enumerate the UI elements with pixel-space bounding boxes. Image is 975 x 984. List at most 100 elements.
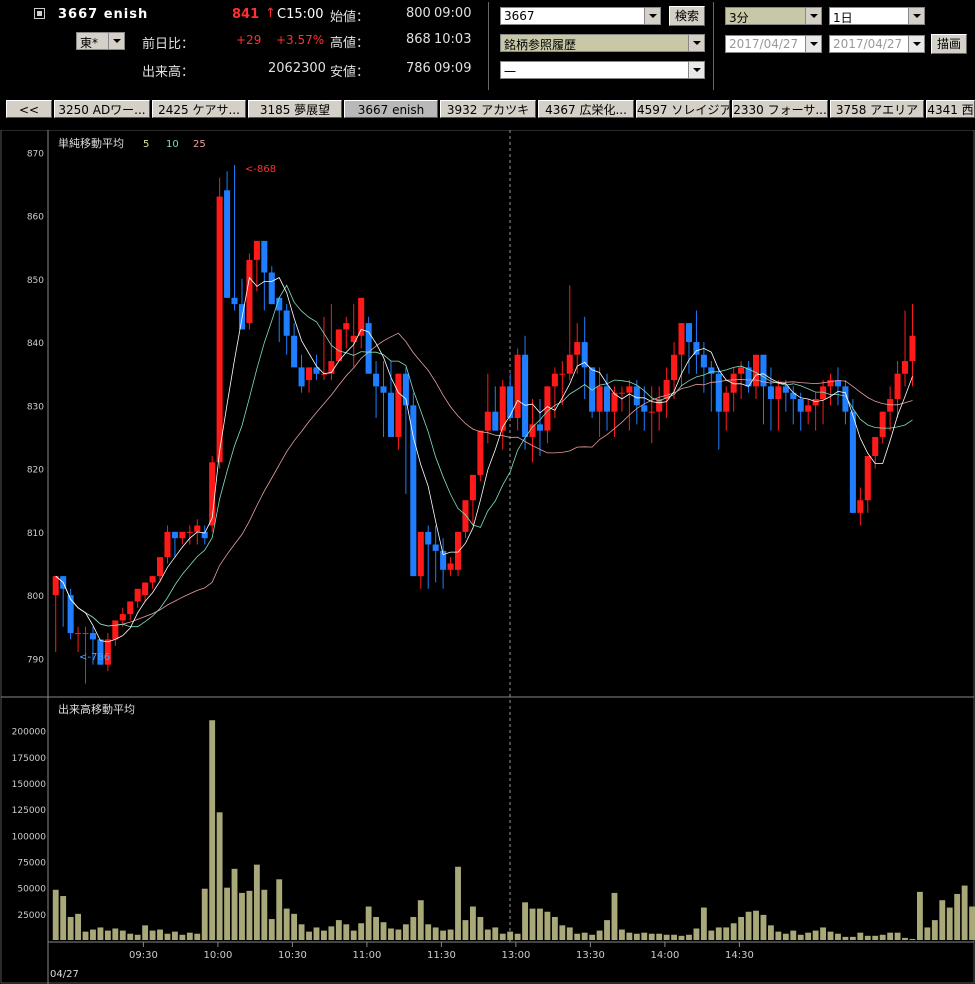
candle-body: [432, 544, 439, 551]
period-select[interactable]: 1日: [829, 7, 925, 25]
volume-bar: [321, 930, 327, 940]
tab-3758[interactable]: 3758 アエリア: [830, 100, 924, 118]
chevron-down-icon: [805, 36, 821, 52]
date-from-select[interactable]: 2017/04/27: [725, 35, 822, 53]
volume-bar: [492, 927, 499, 940]
chevron-down-icon: [908, 36, 924, 52]
third-select[interactable]: 一: [500, 61, 705, 79]
candle-body: [730, 373, 737, 393]
volume-bar: [477, 916, 484, 940]
candle-body: [134, 588, 141, 602]
volume-bar: [961, 885, 968, 940]
candle-body: [738, 367, 745, 374]
interval-select-value: 3分: [729, 11, 749, 25]
volume-bar: [194, 933, 201, 940]
draw-button[interactable]: 描画: [931, 34, 967, 54]
volume-bar: [291, 913, 298, 940]
candle-body: [410, 405, 417, 577]
tab-2330[interactable]: 2330 フォーサ...: [732, 100, 828, 118]
volume-bar: [402, 924, 409, 940]
volume-bar: [276, 879, 283, 940]
candle-body: [261, 240, 268, 273]
candle-body: [417, 531, 424, 577]
interval-select[interactable]: 3分: [725, 7, 822, 25]
tab-3667[interactable]: 3667 enish: [344, 100, 438, 118]
volume-bar: [656, 933, 663, 940]
tab-3932[interactable]: 3932 アカツキ: [440, 100, 536, 118]
tab-2425[interactable]: 2425 ケアサ...: [152, 100, 246, 118]
volume-bar: [179, 934, 186, 940]
volume-bar: [164, 933, 171, 940]
candle-body: [216, 196, 223, 463]
candle-body: [805, 405, 812, 412]
candle-body: [67, 595, 74, 634]
tab-4367[interactable]: 4367 広栄化...: [538, 100, 634, 118]
volume-bar: [790, 930, 797, 940]
volume-bar: [857, 932, 864, 940]
tab-4341[interactable]: 4341 西: [926, 100, 975, 118]
open-time: 09:00: [434, 6, 472, 21]
volume-bar: [82, 931, 89, 940]
candle-body: [574, 342, 581, 355]
chart-area[interactable]: 870 860 850 840 830 820 810 800 790 200000 175000…: [0, 130, 975, 984]
volume-bar: [134, 934, 141, 940]
candle-body: [335, 329, 342, 362]
candle-body: [902, 361, 909, 374]
ma25-line: [55, 332, 913, 627]
candle-body: [477, 430, 484, 475]
stock-icon[interactable]: [34, 8, 45, 19]
code-input[interactable]: 3667: [500, 7, 661, 25]
volume-bar: [954, 893, 961, 940]
candle-body: [887, 399, 894, 412]
tab-3250[interactable]: 3250 ADワー...: [54, 100, 150, 118]
volume-bar: [253, 864, 260, 940]
date-to-select[interactable]: 2017/04/27: [829, 35, 925, 53]
search-button[interactable]: 検索: [669, 6, 705, 26]
volume-bar: [60, 896, 67, 940]
chevron-down-icon: [688, 35, 704, 51]
volume-bar: [894, 932, 901, 940]
volume-bar: [604, 920, 610, 940]
exchange-select[interactable]: 東*: [76, 32, 125, 50]
volume-bar: [633, 933, 640, 940]
ma10-legend: 10: [166, 139, 179, 150]
time-tick-label: 10:30: [278, 950, 307, 961]
volume-bar: [768, 925, 774, 940]
volume-bar: [216, 812, 223, 940]
volume-bar: [827, 931, 834, 940]
tab-prev[interactable]: <<: [6, 100, 52, 118]
candle-body: [797, 399, 804, 412]
tab-4597[interactable]: 4597 ソレイジア: [636, 100, 730, 118]
candle-body: [700, 354, 707, 368]
candlesticks: [52, 164, 916, 684]
volume-bar: [686, 934, 692, 940]
history-select[interactable]: 銘柄参照履歴: [500, 34, 705, 52]
candle-body: [723, 392, 730, 412]
volume-bar: [969, 906, 975, 940]
tab-3185[interactable]: 3185 夢展望: [248, 100, 342, 118]
volume-bar: [417, 900, 424, 940]
volume-bar: [537, 908, 543, 940]
chart-frame: [0, 130, 975, 984]
candle-body: [514, 354, 521, 418]
candle-body: [767, 386, 774, 400]
volume-bar: [119, 930, 126, 940]
candle-body: [641, 405, 648, 412]
ma25-legend: 25: [193, 139, 206, 150]
volume-bar: [97, 927, 104, 940]
candle-body: [529, 424, 536, 437]
candle-body: [849, 411, 856, 513]
candle-body: [715, 373, 722, 412]
volume-bar: [581, 932, 588, 940]
volume-bar: [261, 889, 268, 940]
volume-bar: [268, 919, 275, 940]
candle-body: [507, 386, 514, 418]
candle-body: [484, 411, 491, 431]
volume-bar: [782, 933, 789, 940]
volume-bar: [574, 933, 581, 940]
volume-bar: [663, 934, 670, 940]
volume-tick-label: 125000: [12, 806, 47, 816]
volume-bar: [700, 907, 707, 940]
volume-tick-label: 75000: [17, 859, 46, 869]
candle-body: [343, 323, 350, 330]
